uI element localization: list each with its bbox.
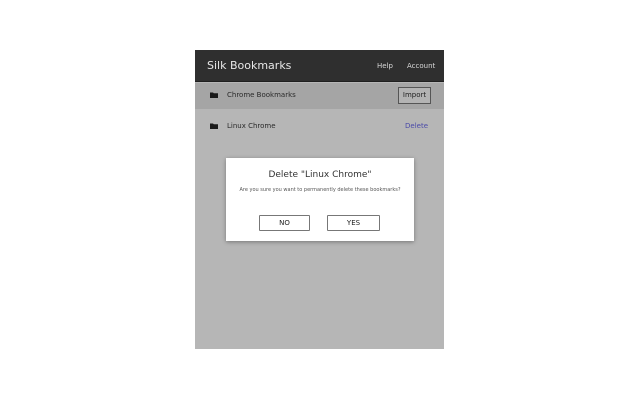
delete-confirm-dialog: Delete "Linux Chrome" Are you sure you w… [226, 158, 414, 241]
folder-icon [210, 92, 218, 98]
folder-icon [210, 123, 218, 129]
import-button[interactable]: Import [398, 87, 431, 104]
bookmark-row[interactable]: Chrome Bookmarks Import [195, 83, 444, 109]
account-link[interactable]: Account [407, 62, 435, 70]
dialog-title: Delete "Linux Chrome" [268, 170, 372, 180]
dialog-message: Are you sure you want to permanently del… [239, 187, 401, 193]
app-header: Silk Bookmarks Help Account [195, 50, 444, 82]
bookmark-label: Linux Chrome [227, 122, 276, 130]
no-button[interactable]: NO [259, 215, 310, 231]
delete-link[interactable]: Delete [405, 122, 428, 130]
bookmark-label: Chrome Bookmarks [227, 91, 296, 99]
yes-button[interactable]: YES [327, 215, 380, 231]
app-title: Silk Bookmarks [207, 59, 292, 72]
help-link[interactable]: Help [377, 62, 393, 70]
bookmark-row[interactable]: Linux Chrome Delete [195, 114, 444, 140]
